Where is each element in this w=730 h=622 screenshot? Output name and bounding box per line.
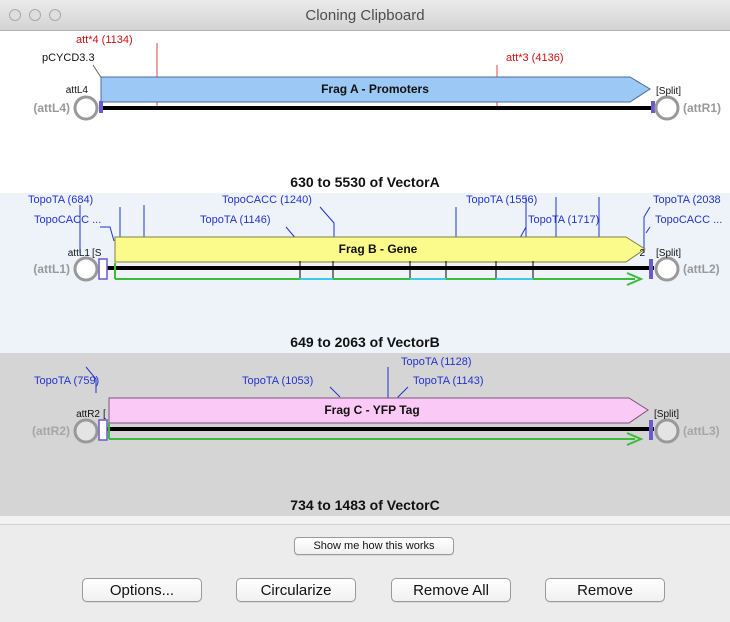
fragment-b-left-outer: (attL1) (33, 262, 70, 276)
annotation-topocacc-1240: TopoCACC (1240) (222, 194, 312, 206)
title-bar: Cloning Clipboard (0, 0, 730, 31)
fragment-b-left-end-circle (73, 256, 99, 282)
fragment-a-right-end-marker (651, 101, 655, 113)
fragment-b-left-tag: [S (92, 248, 102, 259)
annotation-topota-684: TopoTA (684) (28, 194, 93, 206)
fragment-c-right-end-circle (654, 418, 680, 444)
circularize-button[interactable]: Circularize (236, 578, 356, 602)
fragment-a-range: 630 to 5530 of VectorA (290, 174, 440, 190)
fragment-a-label: Frag A - Promoters (321, 82, 429, 96)
fragment-c-right-site: [Split] (654, 409, 679, 420)
annotation-topota-1556: TopoTA (1556) (466, 194, 537, 206)
fragment-b-map: TopoTA (684) TopoCACC ... TopoCACC (1240… (28, 194, 722, 286)
fragment-panel-c[interactable]: TopoTA (759) TopoTA (1053) TopoTA (1128)… (0, 353, 730, 516)
annotation-topota-1143: TopoTA (1143) (413, 375, 484, 387)
fragment-c-left-end-marker (98, 419, 108, 441)
fragment-c-left-site: attR2 (76, 409, 100, 420)
fragment-c-left-end-circle (73, 418, 99, 444)
fragment-a-right-site: [Split] (656, 86, 681, 97)
fragment-panel-b[interactable]: TopoTA (684) TopoCACC ... TopoCACC (1240… (0, 193, 730, 353)
fragment-a-map: att*4 (1134) att*3 (4136) pCYCD3.3 Frag … (33, 34, 721, 121)
annotation-att3: att*3 (4136) (506, 52, 563, 64)
fragment-panel-a[interactable]: att*4 (1134) att*3 (4136) pCYCD3.3 Frag … (0, 31, 730, 193)
fragment-a-right-outer: (attR1) (683, 101, 721, 115)
annotation-topota-759: TopoTA (759) (34, 375, 99, 387)
fragment-a-right-end-circle (654, 95, 680, 121)
fragment-a-backbone (101, 106, 654, 110)
fragment-a-left-end-circle (73, 95, 99, 121)
fragment-a-left-end-marker (99, 101, 103, 113)
fragment-b-right-end-marker (649, 259, 653, 279)
annotation-att4: att*4 (1134) (76, 34, 133, 46)
fragment-c-range: 734 to 1483 of VectorC (290, 497, 440, 513)
window-title: Cloning Clipboard (305, 7, 425, 24)
remove-all-button[interactable]: Remove All (391, 578, 511, 602)
fragment-c-left-tag: [ (103, 409, 106, 420)
fragment-b-right-outer: (attL2) (683, 262, 720, 276)
fragment-c-map: TopoTA (759) TopoTA (1053) TopoTA (1128)… (32, 356, 720, 446)
annotation-topota-1053: TopoTA (1053) (242, 375, 313, 387)
remove-button[interactable]: Remove (545, 578, 665, 602)
annotation-topocacc-left: TopoCACC ... (34, 214, 101, 226)
cloning-clipboard-window: Cloning Clipboard att*4 (1134) att*3 (41… (0, 0, 730, 622)
show-me-how-button[interactable]: Show me how this works (294, 537, 454, 555)
options-button[interactable]: Options... (82, 578, 202, 602)
fragment-b-left-site: attL1 (68, 248, 91, 259)
fragment-b-right-end-circle (654, 256, 680, 282)
annotation-topota-1717: TopoTA (1717) (528, 214, 599, 226)
fragment-c-right-outer: (attL3) (683, 424, 720, 438)
fragment-b-right-site: [Split] (656, 248, 681, 259)
fragment-b-right-tag: 2 (639, 248, 645, 259)
fragment-b-label: Frag B - Gene (339, 242, 418, 256)
fragment-b-left-end-marker (98, 258, 108, 280)
fragment-c-right-end-marker (649, 420, 653, 440)
empty-drop-area (0, 516, 730, 524)
fragment-c-label: Frag C - YFP Tag (324, 403, 419, 417)
annotation-pcycd: pCYCD3.3 (42, 52, 95, 64)
fragment-a-left-site: attL4 (66, 85, 89, 96)
annotation-topocacc-right: TopoCACC ... (655, 214, 722, 226)
annotation-topota-2038: TopoTA (2038 (653, 194, 721, 206)
annotation-topota-1128: TopoTA (1128) (401, 356, 472, 368)
button-bar: Show me how this works Options... Circul… (0, 524, 730, 622)
fragment-c-left-outer: (attR2) (32, 424, 70, 438)
fragment-c-backbone (101, 427, 654, 431)
fragment-b-range: 649 to 2063 of VectorB (290, 334, 440, 350)
annotation-topota-1146: TopoTA (1146) (200, 214, 271, 226)
fragment-a-left-outer: (attL4) (33, 101, 70, 115)
fragment-b-backbone (101, 266, 654, 270)
